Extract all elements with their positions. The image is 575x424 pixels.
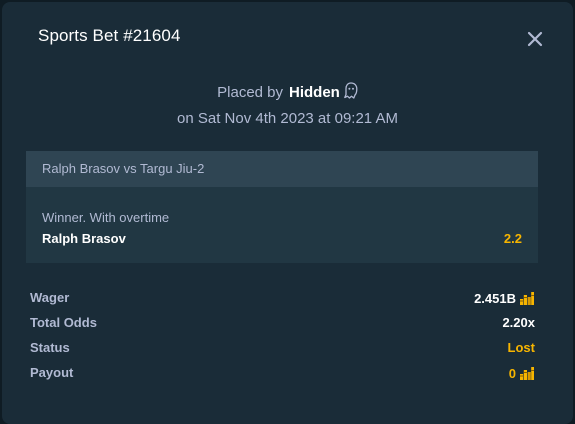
placed-by-prefix: Placed by: [217, 84, 284, 101]
status-row: Status Lost: [30, 338, 535, 358]
status-label: Status: [30, 340, 70, 355]
selection-name: Ralph Brasov: [42, 231, 126, 246]
modal-title: Sports Bet #21604: [38, 26, 181, 45]
event-header: Ralph Brasov vs Targu Jiu-2: [26, 151, 538, 187]
placed-date: on Sat Nov 4th 2023 at 09:21 AM: [177, 110, 398, 127]
event-selection-panel: Winner. With overtime Ralph Brasov 2.2: [26, 187, 538, 263]
wager-amount: 2.451B: [474, 291, 516, 306]
close-icon[interactable]: [524, 28, 546, 50]
bet-details-modal: Sports Bet #21604 Placed by Hidden on Sat…: [2, 2, 573, 424]
event-name: Ralph Brasov vs Targu Jiu-2: [42, 161, 205, 176]
status-value: Lost: [507, 340, 535, 355]
total-odds-value: 2.20x: [502, 315, 535, 330]
wager-label: Wager: [30, 290, 70, 305]
gold-coin-icon: [519, 290, 535, 309]
wager-row: Wager 2.451B: [30, 288, 535, 308]
payout-label: Payout: [30, 365, 74, 380]
market-name: Winner. With overtime: [42, 210, 170, 225]
payout-amount: 0: [508, 366, 516, 381]
payout-row: Payout 0: [30, 363, 535, 383]
wager-value: 2.451B: [474, 290, 535, 309]
gold-coin-icon: [519, 365, 535, 384]
payout-value: 0: [509, 365, 535, 384]
placed-by: Placed by Hidden: [2, 82, 573, 103]
selection-odds: 2.2: [503, 231, 522, 246]
ghost-icon: [344, 82, 358, 103]
total-odds-label: Total Odds: [30, 315, 97, 330]
total-odds-row: Total Odds 2.20x: [30, 313, 535, 333]
placed-by-user: Hidden: [289, 84, 340, 101]
